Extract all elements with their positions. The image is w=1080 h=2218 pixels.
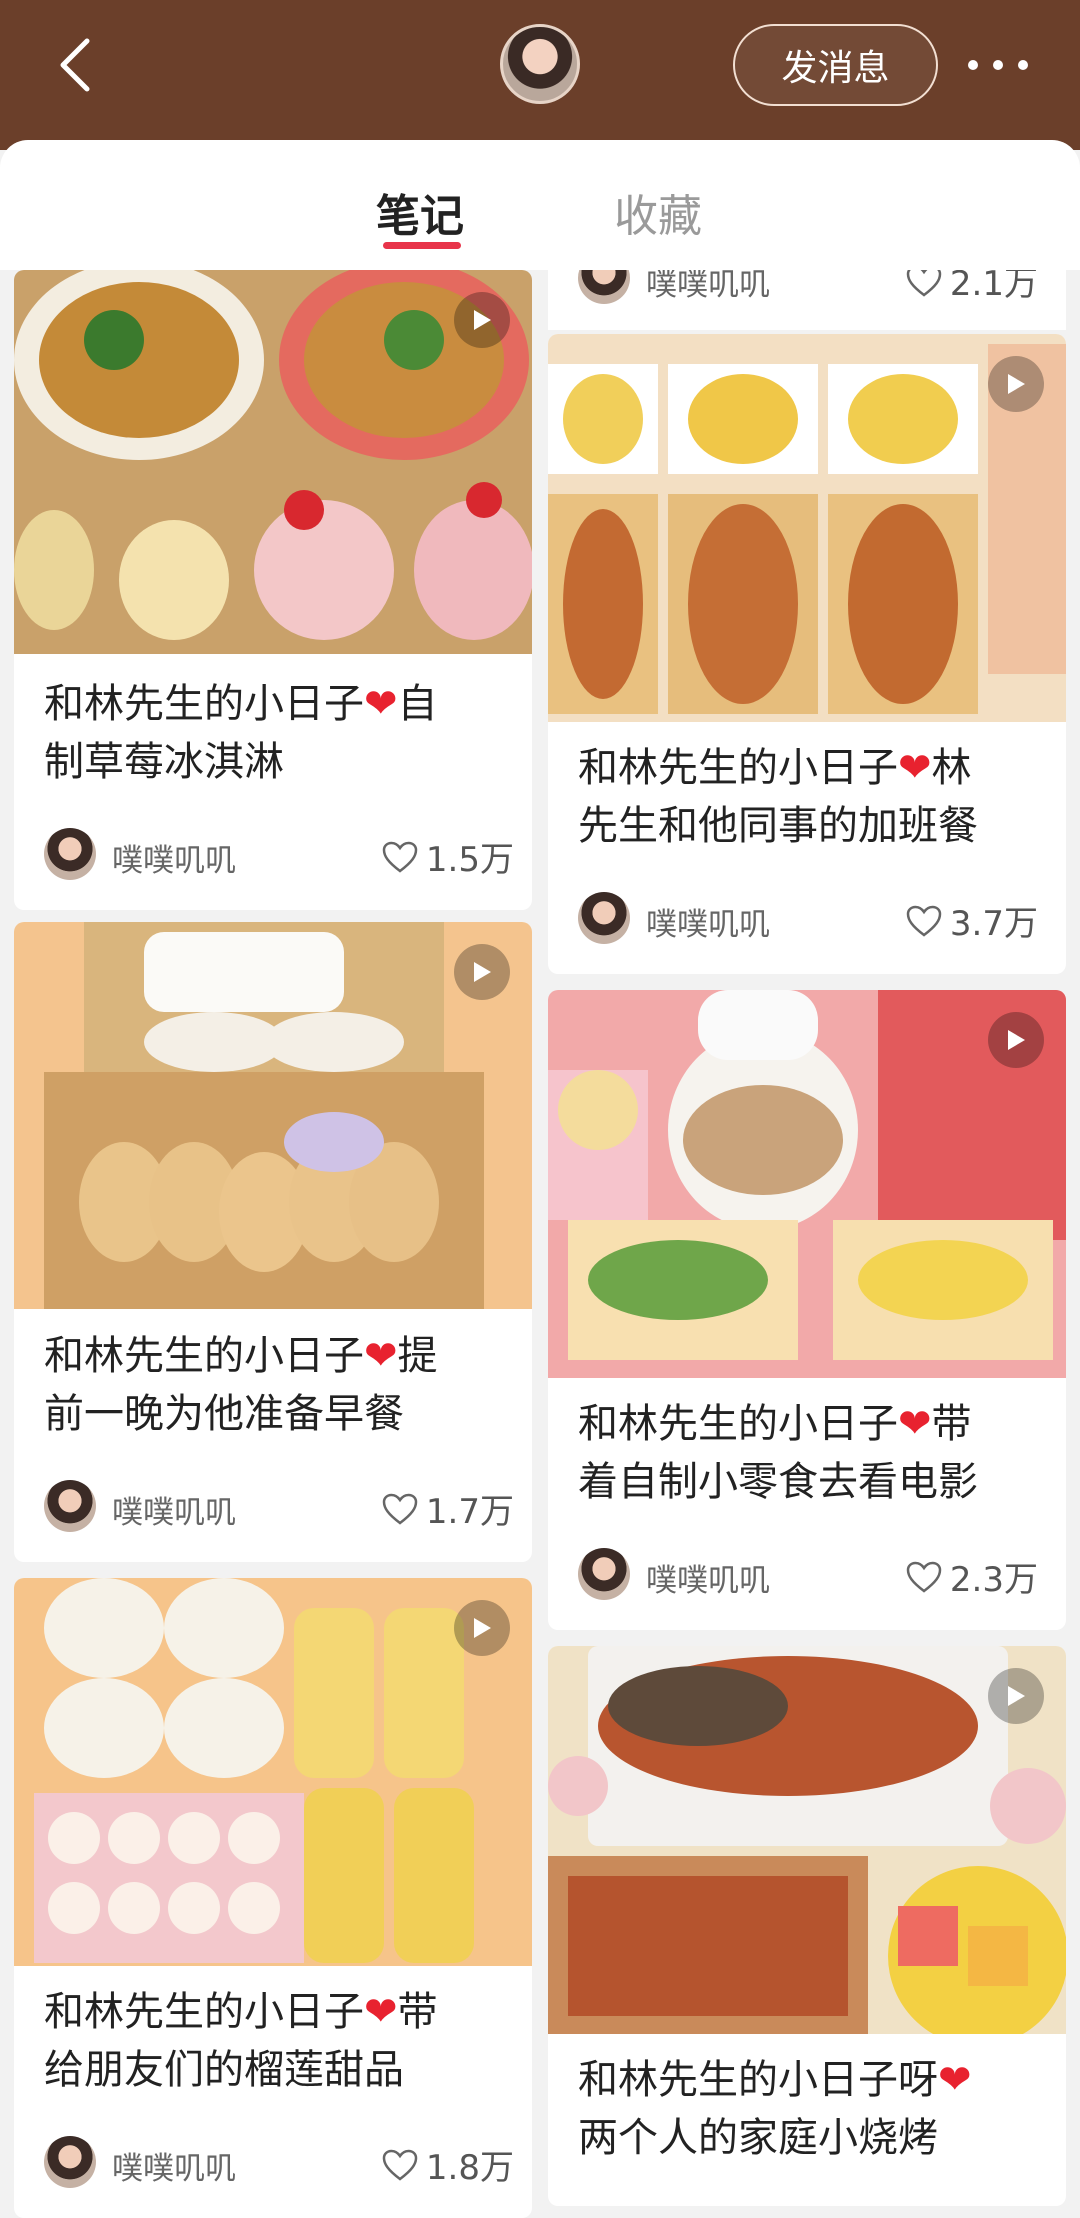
card-meta: 噗噗叽叽 2.1万 xyxy=(578,270,1038,304)
author-name[interactable]: 噗噗叽叽 xyxy=(112,1487,236,1532)
note-card[interactable]: 和林先生的小日子❤带 着自制小零食去看电影 噗噗叽叽 2.3万 xyxy=(548,990,1066,1630)
author-avatar[interactable] xyxy=(44,1480,96,1532)
author-name[interactable]: 噗噗叽叽 xyxy=(112,835,236,880)
more-dot-icon xyxy=(993,60,1003,70)
active-tab-indicator xyxy=(383,242,461,249)
partial-card-footer[interactable]: 噗噗叽叽 2.1万 xyxy=(548,270,1066,330)
card-meta: 噗噗叽叽 1.7万 xyxy=(44,1480,514,1532)
title-text: 前一晚为他准备早餐 xyxy=(44,1391,404,1437)
video-play-icon xyxy=(988,1012,1044,1068)
like-count[interactable]: 1.7万 xyxy=(382,1484,514,1533)
title-text: 两个人的家庭小烧烤 xyxy=(578,2115,938,2161)
note-title[interactable]: 和林先生的小日子❤自 制草莓冰淇淋 xyxy=(44,675,524,791)
profile-header: 发消息 xyxy=(0,0,1080,150)
title-text: 林 xyxy=(931,745,972,791)
card-meta: 噗噗叽叽 3.7万 xyxy=(578,892,1038,944)
more-dot-icon xyxy=(1018,60,1028,70)
note-title[interactable]: 和林先生的小日子❤带 着自制小零食去看电影 xyxy=(578,1395,1058,1511)
note-card[interactable]: 和林先生的小日子呀❤ 两个人的家庭小烧烤 xyxy=(548,1646,1066,2206)
title-text: 和林先生的小日子 xyxy=(44,1333,364,1379)
heart-emoji-icon: ❤ xyxy=(364,681,398,727)
more-dot-icon xyxy=(968,60,978,70)
like-count-value: 1.7万 xyxy=(425,1492,514,1532)
tab-favorites[interactable]: 收藏 xyxy=(614,180,702,244)
heart-emoji-icon: ❤ xyxy=(364,1333,398,1379)
like-count-value: 1.5万 xyxy=(425,840,514,880)
heart-outline-icon xyxy=(382,841,418,873)
heart-emoji-icon: ❤ xyxy=(898,1401,932,1447)
card-meta: 噗噗叽叽 1.8万 xyxy=(44,2136,514,2188)
like-count[interactable]: 2.1万 xyxy=(906,270,1038,305)
title-text: 和林先生的小日子 xyxy=(578,1401,898,1447)
author-avatar[interactable] xyxy=(578,892,630,944)
note-title[interactable]: 和林先生的小日子❤林 先生和他同事的加班餐 xyxy=(578,739,1058,855)
heart-outline-icon xyxy=(382,1493,418,1525)
note-title[interactable]: 和林先生的小日子❤提 前一晚为他准备早餐 xyxy=(44,1327,524,1443)
author-avatar[interactable] xyxy=(44,2136,96,2188)
like-count-value: 3.7万 xyxy=(949,904,1038,944)
video-play-icon xyxy=(454,292,510,348)
title-text: 和林先生的小日子呀 xyxy=(578,2057,938,2103)
like-count[interactable]: 3.7万 xyxy=(906,896,1038,945)
like-count[interactable]: 1.5万 xyxy=(382,832,514,881)
profile-avatar[interactable] xyxy=(500,24,580,104)
title-text: 和林先生的小日子 xyxy=(44,681,364,727)
title-text: 带 xyxy=(931,1401,972,1447)
note-title[interactable]: 和林先生的小日子❤带 给朋友们的榴莲甜品 xyxy=(44,1983,524,2099)
video-play-icon xyxy=(454,1600,510,1656)
note-title[interactable]: 和林先生的小日子呀❤ 两个人的家庭小烧烤 xyxy=(578,2051,1058,2167)
note-card[interactable]: 和林先生的小日子❤提 前一晚为他准备早餐 噗噗叽叽 1.7万 xyxy=(14,922,532,1562)
send-message-button[interactable]: 发消息 xyxy=(733,24,938,106)
author-avatar[interactable] xyxy=(578,270,630,304)
card-meta: 噗噗叽叽 2.3万 xyxy=(578,1548,1038,1600)
note-card[interactable]: 和林先生的小日子❤林 先生和他同事的加班餐 噗噗叽叽 3.7万 xyxy=(548,334,1066,974)
title-text: 先生和他同事的加班餐 xyxy=(578,803,978,849)
tab-notes[interactable]: 笔记 xyxy=(376,180,464,244)
heart-emoji-icon: ❤ xyxy=(364,1989,398,2035)
like-count[interactable]: 1.8万 xyxy=(382,2140,514,2189)
heart-emoji-icon: ❤ xyxy=(898,745,932,791)
author-name[interactable]: 噗噗叽叽 xyxy=(646,899,770,944)
like-count-value: 2.3万 xyxy=(949,1560,1038,1600)
more-options-button[interactable] xyxy=(968,48,1028,82)
title-text: 提 xyxy=(397,1333,438,1379)
title-text: 和林先生的小日子 xyxy=(44,1989,364,2035)
author-name[interactable]: 噗噗叽叽 xyxy=(646,1555,770,1600)
video-play-icon xyxy=(454,944,510,1000)
tabs-bar: 笔记 收藏 xyxy=(0,140,1080,270)
author-name[interactable]: 噗噗叽叽 xyxy=(112,2143,236,2188)
title-text: 带 xyxy=(397,1989,438,2035)
title-text: 制草莓冰淇淋 xyxy=(44,739,284,785)
title-text: 给朋友们的榴莲甜品 xyxy=(44,2047,404,2093)
card-meta: 噗噗叽叽 1.5万 xyxy=(44,828,514,880)
like-count-value: 2.1万 xyxy=(949,270,1038,304)
video-play-icon xyxy=(988,1668,1044,1724)
like-count-value: 1.8万 xyxy=(425,2148,514,2188)
note-card[interactable]: 和林先生的小日子❤自 制草莓冰淇淋 噗噗叽叽 1.5万 xyxy=(14,270,532,910)
chevron-left-icon xyxy=(60,38,90,92)
back-button[interactable] xyxy=(44,30,104,100)
title-text: 和林先生的小日子 xyxy=(578,745,898,791)
heart-outline-icon xyxy=(906,1561,942,1593)
title-text: 自 xyxy=(397,681,438,727)
heart-outline-icon xyxy=(906,905,942,937)
heart-emoji-icon: ❤ xyxy=(938,2057,972,2103)
video-play-icon xyxy=(988,356,1044,412)
author-avatar[interactable] xyxy=(44,828,96,880)
author-avatar[interactable] xyxy=(578,1548,630,1600)
note-card[interactable]: 和林先生的小日子❤带 给朋友们的榴莲甜品 噗噗叽叽 1.8万 xyxy=(14,1578,532,2218)
author-name[interactable]: 噗噗叽叽 xyxy=(646,270,770,304)
like-count[interactable]: 2.3万 xyxy=(906,1552,1038,1601)
heart-outline-icon xyxy=(906,270,942,297)
title-text: 着自制小零食去看电影 xyxy=(578,1459,978,1505)
